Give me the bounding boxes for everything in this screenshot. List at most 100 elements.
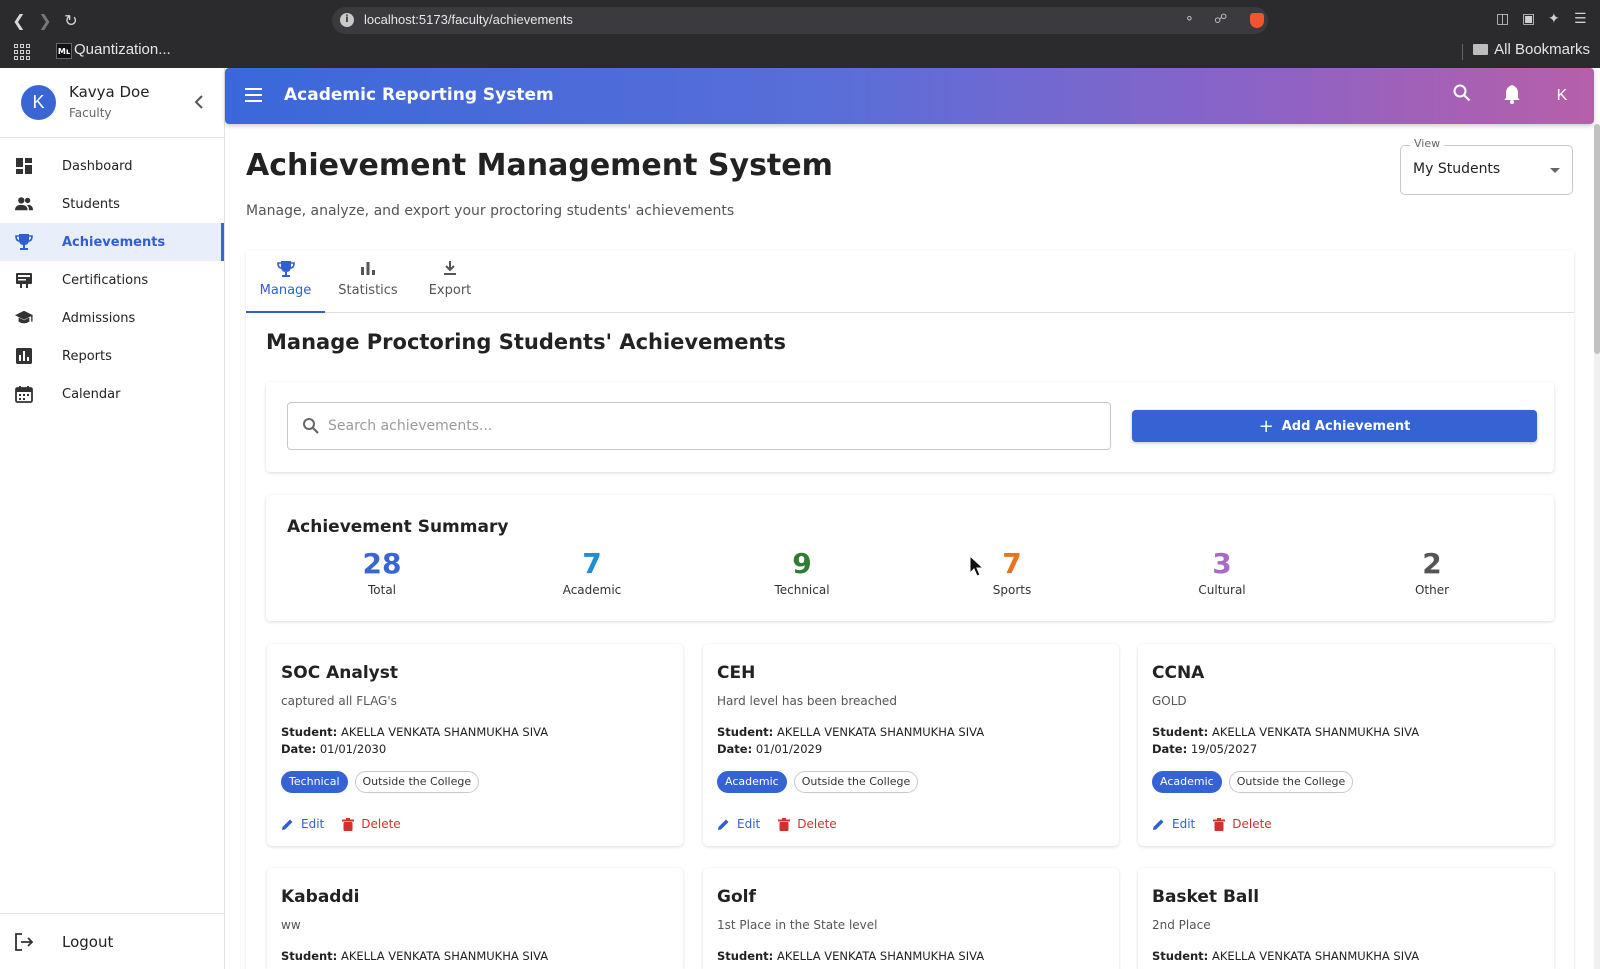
brave-shield-icon[interactable] xyxy=(1250,13,1264,28)
site-info-icon[interactable]: i xyxy=(340,13,354,27)
bookmarks-divider xyxy=(1462,44,1463,60)
sidebar-toggle-icon[interactable]: ◫ xyxy=(1496,11,1509,27)
mouse-cursor-icon xyxy=(969,555,985,577)
bookmark-favicon: Mʟ xyxy=(56,43,72,59)
wallet-icon[interactable]: ▣ xyxy=(1522,11,1535,27)
add-achievement-button[interactable]: + Add Achievement xyxy=(1132,410,1537,442)
view-select-value: My Students xyxy=(1413,161,1501,177)
browser-menu-icon[interactable]: ☰ xyxy=(1574,11,1587,27)
sidebar-item-calendar[interactable]: Calendar xyxy=(0,375,224,413)
edit-label: Edit xyxy=(737,817,761,831)
stat-technical: 9 Technical xyxy=(742,547,862,597)
certificate-icon xyxy=(16,273,32,288)
school-icon xyxy=(15,310,33,324)
tab-export[interactable]: Export xyxy=(411,250,489,313)
tab-label: Statistics xyxy=(338,283,398,298)
sidebar-item-admissions[interactable]: Admissions xyxy=(0,299,224,337)
address-bar[interactable]: i localhost:5173/faculty/achievements ⚬ … xyxy=(332,7,1268,34)
search-card: + Add Achievement xyxy=(266,382,1554,472)
share-icon[interactable]: ☍ xyxy=(1214,12,1227,27)
search-input[interactable] xyxy=(328,415,1088,437)
search-icon[interactable] xyxy=(1450,84,1474,108)
stat-total: 28 Total xyxy=(322,547,442,597)
edit-button[interactable]: Edit xyxy=(281,817,324,831)
card-date: Date: 01/01/2029 xyxy=(717,742,822,756)
trash-icon xyxy=(778,817,791,831)
search-field[interactable] xyxy=(287,402,1111,450)
stat-label: Academic xyxy=(562,583,622,597)
url-text[interactable]: localhost:5173/faculty/achievements xyxy=(364,12,573,27)
card-chips: Academic Outside the College xyxy=(717,771,919,793)
bookmarks-bar: Mʟ Quantization... All Bookmarks xyxy=(0,38,1600,68)
card-student: Student: AKELLA VENKATA SHANMUKHA SIVA xyxy=(1152,725,1419,739)
card-date: Date: 01/01/2030 xyxy=(281,742,386,756)
browser-chrome: ❮ ❯ ↻ i localhost:5173/faculty/achieveme… xyxy=(0,0,1600,68)
stat-label: Sports xyxy=(992,583,1032,597)
view-select-label: View xyxy=(1410,137,1445,150)
sidebar: K Kavya Doe Faculty Dashboard Students A… xyxy=(0,68,225,969)
date-label: Date: xyxy=(1152,742,1188,756)
card-chips: Academic Outside the College xyxy=(1152,771,1354,793)
card-student: Student: AKELLA VENKATA SHANMUKHA SIVA xyxy=(717,949,984,963)
sidebar-item-reports[interactable]: Reports xyxy=(0,337,224,375)
logout-button[interactable]: Logout xyxy=(0,913,225,969)
achievement-card: CEH Hard level has been breached Student… xyxy=(703,644,1119,846)
app-bar: Academic Reporting System K xyxy=(225,68,1594,124)
student-label: Student: xyxy=(1152,949,1209,963)
student-label: Student: xyxy=(1152,725,1209,739)
student-label: Student: xyxy=(717,725,774,739)
notifications-bell-icon[interactable] xyxy=(1500,84,1524,108)
view-select[interactable]: View My Students xyxy=(1400,137,1573,195)
card-actions: Edit Delete xyxy=(281,817,401,831)
student-name: AKELLA VENKATA SHANMUKHA SIVA xyxy=(340,725,549,739)
sidebar-item-students[interactable]: Students xyxy=(0,185,224,223)
edit-button[interactable]: Edit xyxy=(717,817,760,831)
stat-value: 3 xyxy=(1212,547,1232,580)
delete-button[interactable]: Delete xyxy=(778,817,837,831)
card-title: CCNA xyxy=(1152,663,1205,683)
category-chip: Technical xyxy=(281,771,348,793)
sidebar-item-achievements[interactable]: Achievements xyxy=(0,223,224,261)
menu-icon[interactable] xyxy=(245,88,262,102)
card-description: 2nd Place xyxy=(1152,918,1211,932)
card-title: Basket Ball xyxy=(1152,887,1260,907)
section-title: Manage Proctoring Students' Achievements xyxy=(266,330,786,354)
all-bookmarks-button[interactable]: All Bookmarks xyxy=(1473,41,1590,58)
calendar-icon xyxy=(15,386,33,403)
student-label: Student: xyxy=(281,949,338,963)
bookmark-quantization[interactable]: Quantization... xyxy=(74,41,171,58)
account-avatar[interactable]: K xyxy=(1550,84,1574,108)
stat-label: Technical xyxy=(774,583,830,597)
achievements-panel: Manage Statistics Export Manage Proctori… xyxy=(246,250,1574,969)
card-description: captured all FLAG's xyxy=(281,694,397,708)
collapse-sidebar-icon[interactable] xyxy=(192,92,206,112)
tab-manage[interactable]: Manage xyxy=(246,250,325,313)
card-title: Golf xyxy=(717,887,756,907)
summary-title: Achievement Summary xyxy=(287,517,509,537)
app-bar-actions: K xyxy=(1450,84,1574,108)
date-label: Date: xyxy=(717,742,753,756)
reload-icon[interactable]: ↻ xyxy=(61,10,81,32)
scrollbar-thumb[interactable] xyxy=(1594,124,1600,354)
achievement-card: Kabaddi ww Student: AKELLA VENKATA SHANM… xyxy=(267,868,683,969)
edit-button[interactable]: Edit xyxy=(1152,817,1195,831)
stat-cultural: 3 Cultural xyxy=(1162,547,1282,597)
pencil-icon xyxy=(718,819,729,830)
card-description: ww xyxy=(281,918,301,932)
achievement-card: Basket Ball 2nd Place Student: AKELLA VE… xyxy=(1138,868,1554,969)
back-icon[interactable]: ❮ xyxy=(9,10,29,32)
apps-grid-icon[interactable] xyxy=(14,44,30,60)
pencil-icon xyxy=(1153,819,1164,830)
page-title: Achievement Management System xyxy=(246,148,833,183)
tab-statistics[interactable]: Statistics xyxy=(329,250,407,313)
sidebar-item-dashboard[interactable]: Dashboard xyxy=(0,147,224,185)
card-title: SOC Analyst xyxy=(281,663,398,683)
download-icon xyxy=(444,261,456,275)
forward-icon[interactable]: ❯ xyxy=(35,10,55,32)
leo-ai-icon[interactable]: ✦ xyxy=(1548,11,1560,27)
key-icon[interactable]: ⚬ xyxy=(1184,12,1195,27)
page-scrollbar[interactable] xyxy=(1594,124,1600,969)
delete-button[interactable]: Delete xyxy=(1213,817,1272,831)
delete-button[interactable]: Delete xyxy=(342,817,401,831)
sidebar-item-certifications[interactable]: Certifications xyxy=(0,261,224,299)
